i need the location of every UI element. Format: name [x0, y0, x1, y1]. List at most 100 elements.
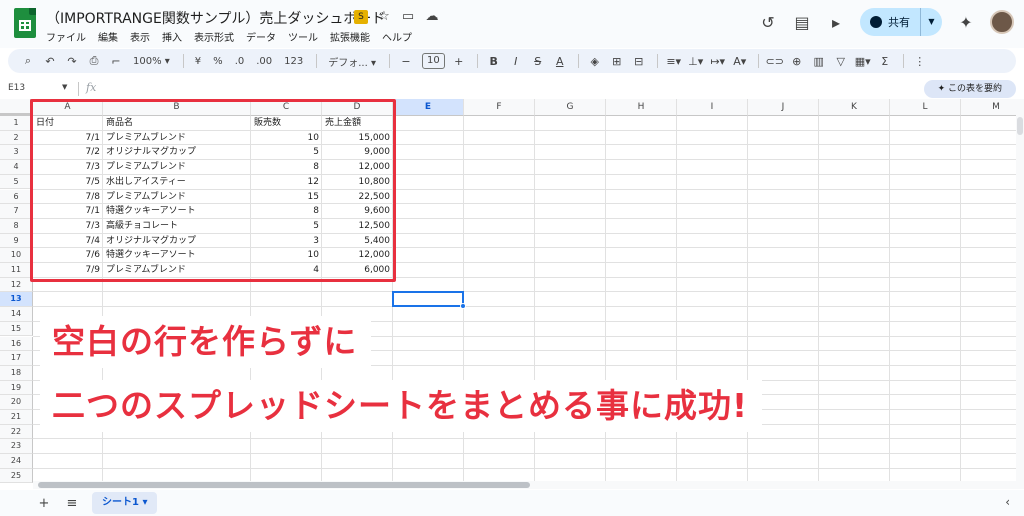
document-title[interactable]: （IMPORTRANGE関数サンプル）売上ダッシュボード: [46, 8, 385, 28]
link-icon[interactable]: ⊂⊃: [765, 55, 785, 68]
search-icon[interactable]: ⌕: [18, 54, 38, 68]
row-header-10[interactable]: 10: [0, 248, 33, 263]
menu-view[interactable]: 表示: [130, 29, 156, 44]
column-header-g[interactable]: G: [535, 99, 606, 116]
font-size-input[interactable]: 10: [421, 53, 445, 69]
menu-extensions[interactable]: 拡張機能: [330, 29, 376, 44]
summarize-table-button[interactable]: ✦ この表を要約: [923, 80, 1016, 98]
insert-comment-icon[interactable]: ⊕: [787, 55, 807, 68]
column-header-l[interactable]: L: [890, 99, 961, 116]
row-header-6[interactable]: 6: [0, 189, 33, 205]
more-options-icon[interactable]: ⋮: [910, 55, 930, 68]
column-header-j[interactable]: J: [748, 99, 819, 116]
column-header-k[interactable]: K: [819, 99, 890, 116]
italic-button[interactable]: I: [506, 55, 526, 68]
vertical-scrollbar[interactable]: [1016, 99, 1024, 489]
insert-chart-icon[interactable]: ▥: [809, 55, 829, 68]
menu-tools[interactable]: ツール: [288, 29, 324, 44]
horizontal-scroll-thumb[interactable]: [38, 482, 530, 488]
row-header-20[interactable]: 20: [0, 395, 33, 410]
row-header-7[interactable]: 7: [0, 204, 33, 219]
menu-help[interactable]: ヘルプ: [382, 29, 418, 44]
star-icon[interactable]: ☆: [376, 9, 392, 24]
name-box-dropdown-icon[interactable]: ▼: [62, 83, 67, 91]
avatar[interactable]: [990, 10, 1014, 34]
paint-format-icon[interactable]: ⌐: [106, 55, 126, 68]
fill-color-icon[interactable]: ◈: [585, 55, 605, 68]
text-color-button[interactable]: A: [550, 55, 570, 68]
menu-data[interactable]: データ: [246, 29, 282, 44]
row-header-5[interactable]: 5: [0, 174, 33, 190]
align-horizontal-icon[interactable]: ≡▾: [664, 55, 684, 68]
row-header-25[interactable]: 25: [0, 468, 33, 484]
undo-icon[interactable]: ↶: [40, 55, 60, 68]
menu-insert[interactable]: 挿入: [162, 29, 188, 44]
fill-handle[interactable]: [460, 303, 466, 310]
share-dropdown-icon[interactable]: ▼: [920, 8, 942, 36]
row-header-12[interactable]: 12: [0, 277, 33, 293]
all-sheets-icon[interactable]: ≡: [64, 496, 80, 511]
column-header-f[interactable]: F: [464, 99, 535, 116]
row-header-4[interactable]: 4: [0, 160, 33, 175]
column-header-h[interactable]: H: [606, 99, 677, 116]
row-header-2[interactable]: 2: [0, 130, 33, 146]
currency-button[interactable]: ¥: [190, 56, 206, 67]
font-size-decrease-icon[interactable]: −: [396, 55, 416, 68]
number-format-button[interactable]: 123: [279, 56, 308, 67]
decrease-decimal-button[interactable]: .0: [230, 56, 250, 67]
sheets-logo-icon[interactable]: [14, 8, 36, 38]
bold-button[interactable]: B: [484, 55, 504, 68]
borders-icon[interactable]: ⊞: [607, 55, 627, 68]
row-header-24[interactable]: 24: [0, 454, 33, 469]
comment-icon[interactable]: ▤: [792, 13, 812, 32]
selected-cell[interactable]: [392, 291, 464, 308]
meet-icon[interactable]: ▸: [826, 13, 846, 32]
gemini-icon[interactable]: ✦: [956, 13, 976, 32]
redo-icon[interactable]: ↷: [62, 55, 82, 68]
row-header-15[interactable]: 15: [0, 321, 33, 337]
row-header-11[interactable]: 11: [0, 263, 33, 278]
row-header-16[interactable]: 16: [0, 336, 33, 352]
collapse-icon[interactable]: ‹: [1005, 495, 1010, 509]
increase-decimal-button[interactable]: .00: [251, 56, 277, 67]
select-all-corner[interactable]: [0, 99, 33, 116]
row-header-21[interactable]: 21: [0, 410, 33, 425]
row-header-1[interactable]: 1: [0, 116, 33, 131]
strikethrough-button[interactable]: S: [528, 55, 548, 68]
row-header-9[interactable]: 9: [0, 233, 33, 249]
font-size-increase-icon[interactable]: +: [449, 55, 469, 68]
text-wrap-icon[interactable]: ↦▾: [708, 55, 728, 68]
row-header-18[interactable]: 18: [0, 365, 33, 381]
add-sheet-icon[interactable]: +: [36, 496, 52, 511]
row-header-14[interactable]: 14: [0, 307, 33, 322]
sheet-tab[interactable]: シート1 ▾: [92, 492, 158, 514]
filter-icon[interactable]: ▽: [831, 55, 851, 68]
row-header-23[interactable]: 23: [0, 439, 33, 455]
row-header-19[interactable]: 19: [0, 380, 33, 396]
row-header-17[interactable]: 17: [0, 351, 33, 366]
column-header-e[interactable]: E: [393, 99, 464, 116]
share-button[interactable]: 共有 ▼: [860, 8, 942, 36]
row-header-13[interactable]: 13: [0, 292, 33, 308]
menu-file[interactable]: ファイル: [46, 29, 92, 44]
badge-icon[interactable]: S: [354, 9, 368, 24]
history-icon[interactable]: ↺: [758, 13, 778, 32]
move-folder-icon[interactable]: ▭: [400, 9, 416, 24]
zoom-select[interactable]: 100% ▾: [128, 56, 175, 67]
filter-views-icon[interactable]: ▦▾: [853, 55, 873, 68]
vertical-scroll-thumb[interactable]: [1017, 117, 1023, 135]
text-rotation-icon[interactable]: A▾: [730, 55, 750, 68]
row-header-8[interactable]: 8: [0, 218, 33, 234]
column-header-m[interactable]: M: [961, 99, 1016, 116]
font-select[interactable]: デフォ... ▾: [323, 54, 381, 69]
percent-button[interactable]: %: [208, 56, 228, 67]
cloud-status-icon[interactable]: ☁: [424, 9, 440, 24]
row-header-3[interactable]: 3: [0, 145, 33, 161]
menu-edit[interactable]: 編集: [98, 29, 124, 44]
functions-button[interactable]: Σ: [875, 55, 895, 68]
name-box[interactable]: E13: [8, 83, 25, 93]
column-header-i[interactable]: I: [677, 99, 748, 116]
menu-format[interactable]: 表示形式: [194, 29, 240, 44]
print-icon[interactable]: ⎙: [84, 54, 104, 68]
merge-cells-icon[interactable]: ⊟: [629, 55, 649, 68]
